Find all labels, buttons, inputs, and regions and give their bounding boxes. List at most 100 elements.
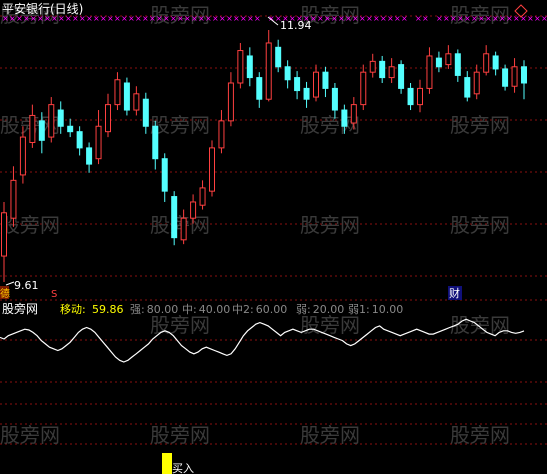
watermark-text: 股旁网 bbox=[300, 423, 360, 447]
candle-down[interactable] bbox=[435, 57, 442, 68]
signal-marker: × bbox=[170, 14, 177, 23]
watermark-text: 股旁网 bbox=[300, 313, 360, 337]
signal-marker: × bbox=[226, 14, 233, 23]
signal-marker: × bbox=[205, 14, 212, 23]
candle-up[interactable] bbox=[417, 87, 423, 106]
signal-marker: × bbox=[254, 14, 261, 23]
candle-up[interactable] bbox=[483, 53, 490, 73]
candle-up[interactable] bbox=[360, 71, 367, 106]
candle-up[interactable] bbox=[180, 217, 187, 241]
candle-up[interactable] bbox=[388, 66, 395, 79]
candle-down[interactable] bbox=[492, 55, 499, 70]
candle-up[interactable] bbox=[265, 42, 272, 100]
watermark-text: 股旁网 bbox=[0, 423, 60, 447]
candle-down[interactable] bbox=[379, 60, 386, 79]
candle-down[interactable] bbox=[171, 196, 178, 239]
level-weak1-value: 10.00 bbox=[372, 303, 404, 316]
candle-down[interactable] bbox=[67, 125, 74, 133]
candle-down[interactable] bbox=[294, 77, 301, 92]
signal-marker: × bbox=[380, 14, 387, 23]
candle-up[interactable] bbox=[426, 55, 433, 89]
stock-chart-canvas[interactable]: 股旁网 股旁网 股旁网 股旁网股旁网 股旁网 股旁网股旁网 股旁网 股旁网 股旁网股旁网 股旁网股… bbox=[0, 0, 547, 474]
cai-marker[interactable]: 财 bbox=[449, 286, 460, 300]
candle-up[interactable] bbox=[95, 125, 102, 160]
candle-down[interactable] bbox=[246, 55, 253, 79]
candle-up[interactable] bbox=[48, 104, 55, 138]
candle-down[interactable] bbox=[161, 158, 168, 192]
candle-down[interactable] bbox=[142, 98, 149, 127]
signal-marker: × bbox=[457, 14, 464, 23]
signal-marker: × bbox=[345, 14, 352, 23]
candle-down[interactable] bbox=[502, 68, 509, 87]
candle-up[interactable] bbox=[445, 53, 452, 66]
candle-up[interactable] bbox=[511, 66, 518, 87]
s-marker[interactable]: S bbox=[51, 289, 57, 300]
de-marker[interactable]: 德 bbox=[0, 287, 10, 300]
candle-up[interactable] bbox=[473, 71, 480, 95]
candle-up[interactable] bbox=[237, 50, 244, 84]
indicator-line[interactable] bbox=[0, 318, 525, 363]
signal-marker: × bbox=[86, 14, 93, 23]
candle-down[interactable] bbox=[331, 87, 338, 111]
candle-up[interactable] bbox=[313, 71, 319, 98]
watermark-text: 股旁网 bbox=[0, 213, 60, 237]
candle-down[interactable] bbox=[341, 109, 348, 127]
level-weak1-label: 弱1: bbox=[348, 303, 370, 316]
candle-up[interactable] bbox=[114, 79, 121, 106]
candle-up[interactable] bbox=[218, 120, 225, 149]
candle-down[interactable] bbox=[322, 71, 329, 89]
signal-marker: × bbox=[338, 14, 345, 23]
signal-marker: × bbox=[212, 14, 219, 23]
candle-down[interactable] bbox=[57, 109, 64, 127]
signal-marker: × bbox=[443, 14, 450, 23]
signal-marker: × bbox=[233, 14, 240, 23]
candle-up[interactable] bbox=[105, 104, 111, 133]
signal-marker: × bbox=[499, 14, 506, 23]
candle-up[interactable] bbox=[227, 82, 234, 122]
signal-marker: × bbox=[450, 14, 457, 23]
candle-down[interactable] bbox=[284, 66, 291, 81]
candle-up[interactable] bbox=[19, 136, 26, 176]
candle-down[interactable] bbox=[256, 77, 263, 100]
buy-signal-bar[interactable] bbox=[162, 453, 172, 474]
signal-marker: × bbox=[422, 14, 429, 23]
signal-marker: × bbox=[387, 14, 394, 23]
candle-down[interactable] bbox=[123, 82, 130, 111]
level-strong-label: 强: bbox=[130, 303, 145, 316]
candle-up[interactable] bbox=[369, 60, 376, 73]
candle-up[interactable] bbox=[133, 93, 140, 111]
signal-marker: × bbox=[359, 14, 366, 23]
candle-down[interactable] bbox=[275, 46, 282, 68]
candle-up[interactable] bbox=[190, 201, 197, 219]
candle-down[interactable] bbox=[464, 77, 471, 98]
candle-down[interactable] bbox=[152, 125, 159, 160]
candle-up[interactable] bbox=[209, 147, 215, 192]
watermark-text: 股旁网 bbox=[150, 423, 210, 447]
signal-marker: × bbox=[107, 14, 114, 23]
signal-marker: × bbox=[163, 14, 170, 23]
watermarks: 股旁网 股旁网 股旁网 股旁网股旁网 股旁网 股旁网股旁网 股旁网 股旁网 股旁网股旁网 股旁网股… bbox=[0, 3, 510, 447]
candle-down[interactable] bbox=[76, 131, 83, 149]
candle-down[interactable] bbox=[521, 66, 527, 84]
candle-down[interactable] bbox=[86, 147, 93, 165]
candle-up[interactable] bbox=[199, 187, 206, 206]
high-price-label: 11.94 bbox=[280, 19, 312, 32]
signal-marker: × bbox=[247, 14, 254, 23]
signal-marker: × bbox=[401, 14, 408, 23]
indicator-panel[interactable] bbox=[0, 318, 525, 363]
candle-up[interactable] bbox=[29, 114, 36, 143]
candle-down[interactable] bbox=[454, 53, 461, 76]
signal-marker: × bbox=[464, 14, 471, 23]
candle-down[interactable] bbox=[303, 87, 310, 100]
candle-down[interactable] bbox=[407, 87, 414, 106]
candle-up[interactable] bbox=[1, 212, 7, 257]
signal-marker: × bbox=[191, 14, 198, 23]
signal-marker: × bbox=[527, 14, 534, 23]
signal-marker: × bbox=[436, 14, 443, 23]
candle-up[interactable] bbox=[350, 104, 357, 124]
candle-down[interactable] bbox=[398, 64, 405, 89]
candle-down[interactable] bbox=[38, 120, 45, 141]
candle-up[interactable] bbox=[10, 179, 17, 219]
signal-marker: × bbox=[492, 14, 499, 23]
signal-marker: × bbox=[135, 14, 142, 23]
